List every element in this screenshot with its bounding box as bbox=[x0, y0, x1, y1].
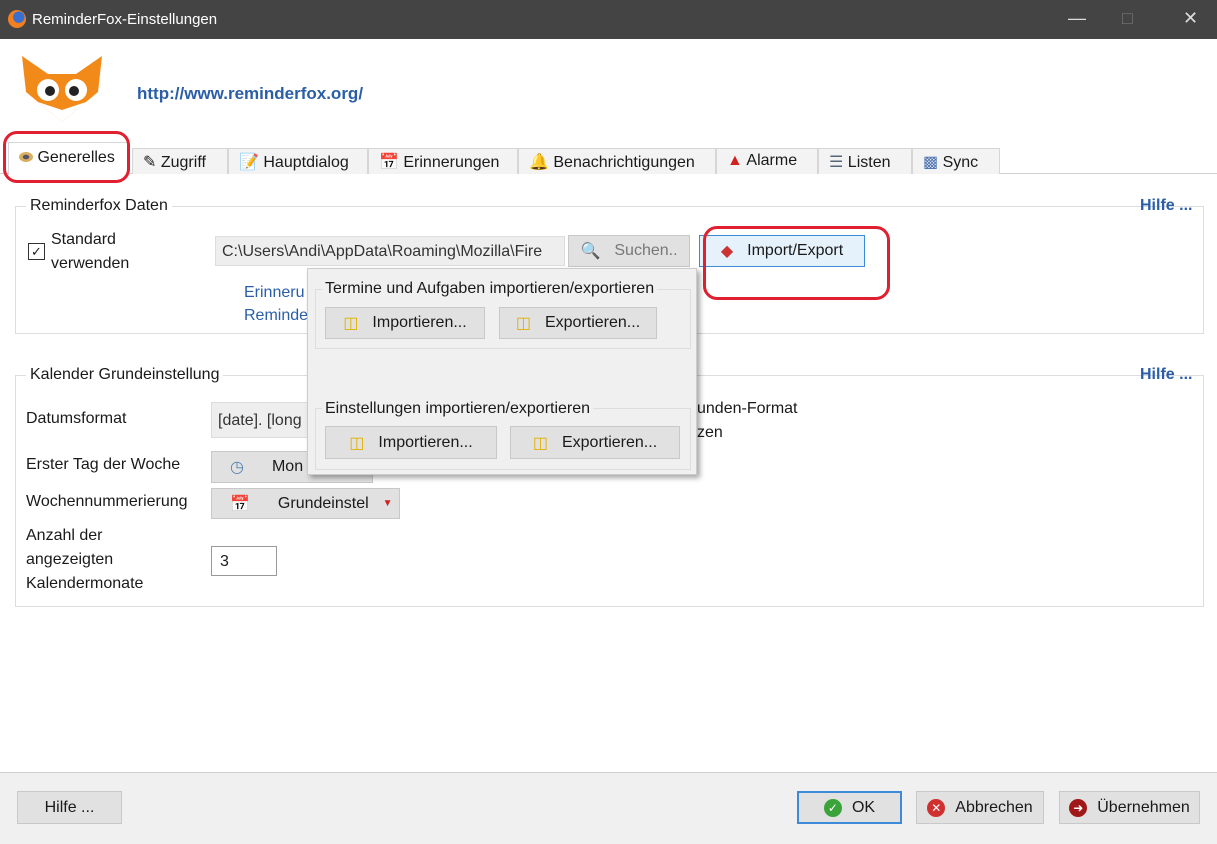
import-db-icon: ◫ bbox=[349, 434, 365, 452]
reminderfox-logo bbox=[18, 52, 106, 122]
import-appointments-button[interactable]: ◫ Importieren... bbox=[325, 307, 485, 339]
search-button[interactable]: 🔍 Suchen.. bbox=[568, 235, 690, 267]
sync-icon: ▩ bbox=[923, 154, 939, 171]
hour-format-label: unden-Format bbox=[697, 400, 798, 417]
search-file-icon: 🔍 bbox=[580, 243, 601, 260]
months-label-3: Kalendermonate bbox=[26, 575, 144, 592]
button-bar: Hilfe ... ✓ OK ✕ Abbrechen ➜ Übernehmen bbox=[0, 772, 1217, 844]
firefox-icon bbox=[8, 10, 26, 28]
cancel-icon: ✕ bbox=[927, 798, 946, 817]
import-export-popup: Termine und Aufgaben importieren/exporti… bbox=[307, 268, 697, 475]
settings-group-title: Einstellungen importieren/exportieren bbox=[322, 400, 594, 418]
export-settings-button[interactable]: ◫ Exportieren... bbox=[510, 426, 680, 459]
highlight-import-export bbox=[703, 226, 890, 300]
alarm-icon: ▲ bbox=[727, 152, 743, 169]
window-title: ReminderFox-Einstellungen bbox=[32, 11, 218, 28]
dropdown-arrow-icon: ▼ bbox=[382, 498, 393, 509]
tab-listen[interactable]: ☰ Listen bbox=[818, 148, 912, 174]
standard-checkbox[interactable]: ✓ bbox=[28, 243, 45, 260]
speech-icon: ✎ bbox=[143, 154, 157, 171]
months-input[interactable]: 3 bbox=[211, 546, 277, 576]
ok-button[interactable]: ✓ OK bbox=[797, 791, 902, 824]
standard-label-2: verwenden bbox=[51, 255, 130, 272]
arrow-right-icon: ➜ bbox=[1069, 798, 1088, 817]
website-link[interactable]: http://www.reminderfox.org/ bbox=[137, 84, 363, 104]
months-label-1: Anzahl der bbox=[26, 527, 103, 544]
import-settings-button[interactable]: ◫ Importieren... bbox=[325, 426, 497, 459]
check-icon: ✓ bbox=[823, 798, 842, 817]
tab-benachrichtigungen[interactable]: 🔔 Benachrichtigungen bbox=[518, 148, 716, 174]
tab-erinnerungen[interactable]: 📅 Erinnerungen bbox=[368, 148, 518, 174]
clock-icon: ◷ bbox=[230, 459, 244, 476]
cancel-button[interactable]: ✕ Abbrechen bbox=[916, 791, 1044, 824]
calendar-icon: 📅 bbox=[379, 154, 399, 171]
help-button[interactable]: Hilfe ... bbox=[17, 791, 122, 824]
export-appointments-button[interactable]: ◫ Exportieren... bbox=[499, 307, 657, 339]
reminderfox-link[interactable]: Reminde bbox=[244, 307, 308, 325]
export-db-icon: ◫ bbox=[515, 315, 531, 332]
calendar-group-title: Kalender Grundeinstellung bbox=[26, 366, 224, 384]
standard-label-1: Standard bbox=[51, 231, 116, 248]
data-group-title: Reminderfox Daten bbox=[26, 197, 172, 215]
tab-zugriff[interactable]: ✎ Zugriff bbox=[132, 148, 228, 174]
tab-sync[interactable]: ▩ Sync bbox=[912, 148, 1000, 174]
list-icon: ☰ bbox=[829, 154, 844, 171]
title-bar: ReminderFox-Einstellungen — □ ✕ bbox=[0, 0, 1217, 39]
export-db-icon: ◫ bbox=[532, 434, 548, 452]
week-numbering-select[interactable]: 📅 Grundeinstel ▼ bbox=[211, 488, 400, 519]
highlight-generelles bbox=[3, 131, 130, 183]
help-link-data[interactable]: Hilfe ... bbox=[1140, 197, 1192, 215]
date-format-field[interactable]: [date]. [long bbox=[211, 402, 311, 438]
reminders-link[interactable]: Erinneru bbox=[244, 284, 304, 302]
help-link-calendar[interactable]: Hilfe ... bbox=[1140, 366, 1192, 384]
calendar-icon: 📅 bbox=[230, 495, 250, 513]
date-format-label: Datumsformat bbox=[26, 410, 127, 427]
close-button[interactable]: ✕ bbox=[1183, 8, 1198, 29]
tab-hauptdialog[interactable]: 📝 Hauptdialog bbox=[228, 148, 368, 174]
maximize-button[interactable]: □ bbox=[1122, 8, 1133, 29]
appointments-group-title: Termine und Aufgaben importieren/exporti… bbox=[322, 280, 658, 298]
first-day-label: Erster Tag der Woche bbox=[26, 456, 181, 473]
bell-icon: 🔔 bbox=[529, 154, 549, 171]
tab-alarme[interactable]: ▲ Alarme bbox=[716, 148, 818, 174]
minimize-button[interactable]: — bbox=[1068, 8, 1086, 29]
notepad-icon: 📝 bbox=[239, 154, 259, 171]
hour-format-label-2: zen bbox=[697, 424, 723, 441]
week-numbering-label: Wochennummerierung bbox=[26, 493, 188, 510]
path-field[interactable]: C:\Users\Andi\AppData\Roaming\Mozilla\Fi… bbox=[215, 236, 565, 266]
import-db-icon: ◫ bbox=[343, 315, 359, 332]
apply-button[interactable]: ➜ Übernehmen bbox=[1059, 791, 1200, 824]
months-label-2: angezeigten bbox=[26, 551, 114, 568]
